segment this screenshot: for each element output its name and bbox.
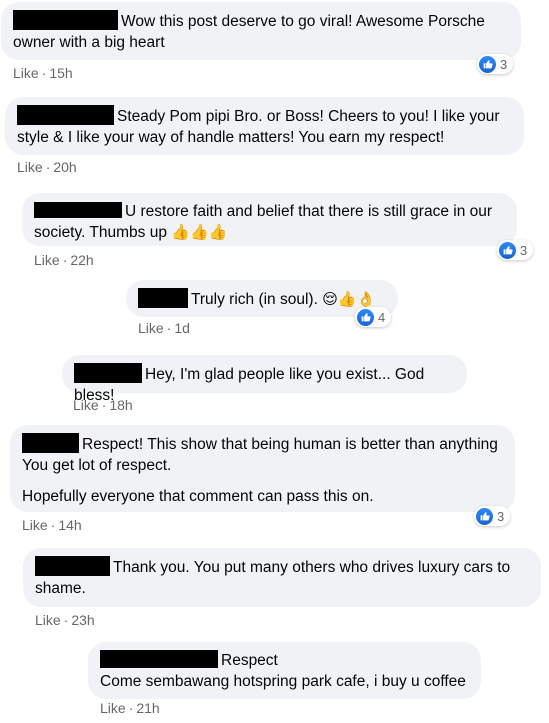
timestamp[interactable]: 22h [70, 252, 93, 268]
redacted-author-name [17, 105, 114, 125]
timestamp[interactable]: 14h [58, 517, 81, 533]
comment-bubble: Steady Pom pipi Bro. or Boss! Cheers to … [5, 97, 524, 155]
comment-meta: Like · 1d [138, 320, 190, 336]
like-button[interactable]: Like [73, 397, 99, 413]
redacted-author-name [35, 556, 110, 576]
reaction-emojis: 😌👍👌 [322, 291, 376, 308]
reaction-count[interactable]: 3 [497, 240, 534, 260]
comment-bubble: Wow this post deserve to go viral! Aweso… [1, 2, 521, 60]
comment-meta: Like · 22h [34, 252, 94, 268]
like-button[interactable]: Like [100, 700, 126, 716]
comment-bubble: Respect Come sembawang hotspring park ca… [88, 642, 481, 699]
timestamp[interactable]: 1d [174, 320, 190, 336]
redacted-author-name [100, 650, 218, 668]
comment-text: Respect! This show that being human is b… [22, 436, 498, 474]
reaction-count[interactable]: 4 [355, 307, 392, 327]
comment-bubble: Hey, I'm glad people like you exist... G… [62, 355, 467, 404]
like-button[interactable]: Like [13, 65, 39, 81]
comment-bubble: Respect! This show that being human is b… [10, 425, 515, 512]
comment-bubble: U restore faith and belief that there is… [22, 193, 517, 246]
redacted-author-name [13, 10, 118, 30]
timestamp[interactable]: 20h [53, 159, 76, 175]
reaction-count-value: 4 [378, 309, 386, 325]
like-button[interactable]: Like [138, 320, 164, 336]
reaction-count[interactable]: 3 [477, 54, 514, 74]
comment-text: Respect [221, 652, 278, 669]
like-button[interactable]: Like [34, 252, 60, 268]
comment-bubble: Thank you. You put many others who drive… [23, 548, 541, 607]
reaction-count-value: 3 [500, 56, 508, 72]
thumbs-up-icon [357, 308, 374, 326]
redacted-author-name [74, 363, 142, 383]
like-button[interactable]: Like [35, 612, 61, 628]
comment-meta: Like · 18h [73, 397, 133, 413]
reaction-count[interactable]: 3 [474, 506, 511, 526]
like-button[interactable]: Like [22, 517, 48, 533]
thumbs-up-icon [499, 241, 516, 259]
comment-meta: Like · 15h [13, 65, 73, 81]
redacted-author-name [22, 433, 79, 453]
comment-meta: Like · 14h [22, 517, 82, 533]
comment-text-line-2: Come sembawang hotspring park cafe, i bu… [100, 673, 466, 690]
thumbs-up-emojis: 👍👍👍 [171, 224, 228, 241]
comment-meta: Like · 23h [35, 612, 95, 628]
thumbs-up-icon [476, 507, 493, 525]
comment-meta: Like · 20h [17, 159, 77, 175]
timestamp[interactable]: 18h [109, 397, 132, 413]
reaction-count-value: 3 [520, 242, 528, 258]
comment-text-line-2: Hopefully everyone that comment can pass… [22, 488, 374, 505]
timestamp[interactable]: 15h [49, 65, 72, 81]
timestamp[interactable]: 23h [71, 612, 94, 628]
timestamp[interactable]: 21h [136, 700, 159, 716]
like-button[interactable]: Like [17, 159, 43, 175]
redacted-author-name [34, 202, 122, 218]
comment-text: Truly rich (in soul). [191, 291, 318, 308]
comment-meta: Like · 21h [100, 700, 160, 716]
reaction-count-value: 3 [497, 508, 505, 524]
redacted-author-name [138, 288, 188, 308]
thumbs-up-icon [479, 55, 496, 73]
